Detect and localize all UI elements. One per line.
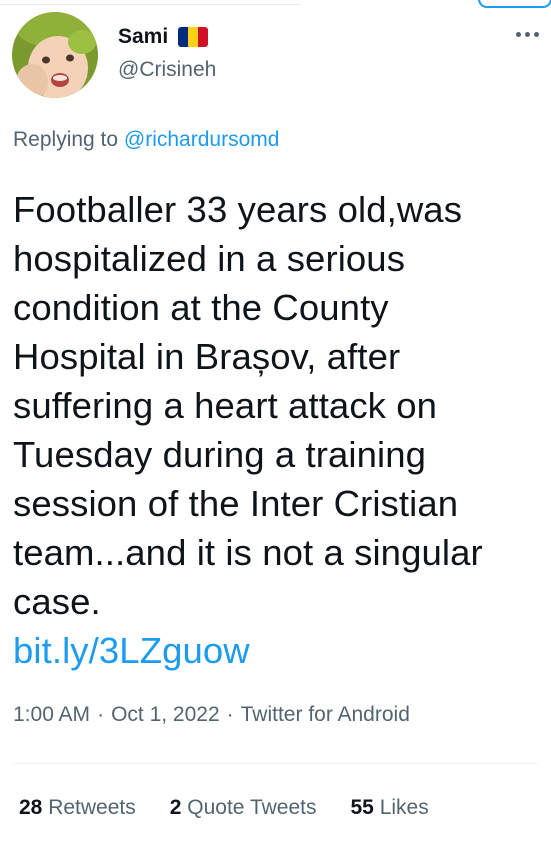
quote-tweets-stat[interactable]: 2 Quote Tweets xyxy=(170,796,317,820)
tweet-text: Footballer 33 years old,was hospitalized… xyxy=(13,185,543,675)
avatar[interactable] xyxy=(12,12,98,98)
meta-separator: · xyxy=(97,703,105,726)
retweets-stat[interactable]: 28 Retweets xyxy=(19,796,136,820)
replying-to: Replying to @richardursomd xyxy=(13,128,279,152)
likes-label: Likes xyxy=(379,796,429,819)
quote-tweets-label: Quote Tweets xyxy=(187,796,317,819)
author-handle[interactable]: @Crisineh xyxy=(118,58,216,82)
tweet-text-line: suffering a heart attack on xyxy=(13,385,438,426)
romania-flag-icon xyxy=(178,27,209,47)
flag-stripe-red xyxy=(198,27,209,47)
replying-to-prefix: Replying to xyxy=(13,128,119,151)
more-horizontal-icon-dot xyxy=(533,31,539,37)
tweet-text-line: condition at the County xyxy=(13,287,389,328)
flag-stripe-yellow xyxy=(188,27,199,47)
retweets-label: Retweets xyxy=(48,796,136,819)
previous-tweet-edge xyxy=(0,0,551,8)
tweet-text-line: team...and it is not a singular xyxy=(13,532,483,573)
author-name-row[interactable]: Sami xyxy=(118,22,209,52)
quote-tweets-count: 2 xyxy=(169,796,182,819)
tweet-text-line: case. xyxy=(13,581,101,622)
meta-separator: · xyxy=(226,703,234,726)
more-horizontal-icon-dot xyxy=(524,31,530,37)
tweet-text-line: Hospital in Brașov, after xyxy=(13,336,401,377)
likes-stat[interactable]: 55 Likes xyxy=(350,796,428,820)
avatar-image xyxy=(12,12,98,98)
tweet-text-line: session of the Inter Cristian xyxy=(13,483,459,524)
tweet-link[interactable]: bit.ly/3LZguow xyxy=(13,626,543,675)
tweet-text-line: hospitalized in a serious xyxy=(13,238,406,279)
top-pill-button[interactable] xyxy=(478,0,551,8)
tweet-source[interactable]: Twitter for Android xyxy=(241,703,410,727)
likes-count: 55 xyxy=(350,796,374,819)
tweet-stats: 28 Retweets 2 Quote Tweets 55 Likes xyxy=(19,796,429,820)
retweets-count: 28 xyxy=(19,796,43,819)
author-display-name[interactable]: Sami xyxy=(118,25,168,49)
stats-divider xyxy=(13,763,538,764)
flag-stripe-blue xyxy=(178,27,189,47)
tweet-date[interactable]: Oct 1, 2022 xyxy=(111,703,220,727)
more-options-button[interactable] xyxy=(508,22,546,46)
top-divider xyxy=(0,0,300,5)
tweet-meta: 1:00 AM · Oct 1, 2022 · Twitter for Andr… xyxy=(13,703,410,727)
tweet-text-line: Footballer 33 years old,was xyxy=(13,189,463,230)
tweet-time[interactable]: 1:00 AM xyxy=(13,703,90,727)
reply-mention-link[interactable]: @richardursomd xyxy=(124,128,280,151)
tweet-text-line: Tuesday during a training xyxy=(13,434,427,475)
more-horizontal-icon-dot xyxy=(515,31,521,37)
